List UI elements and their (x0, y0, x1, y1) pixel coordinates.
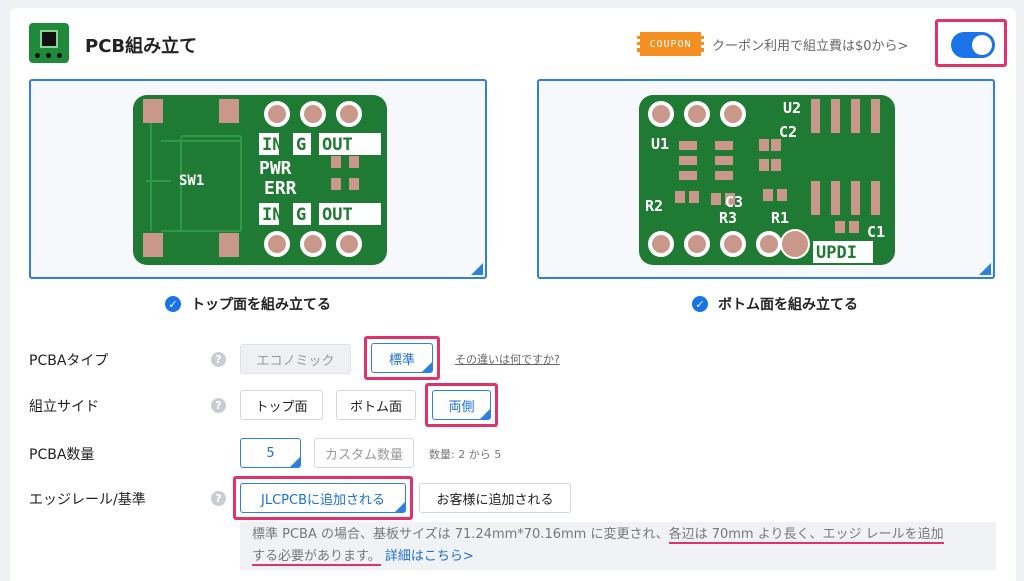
quantity-option-5[interactable]: 5 (240, 438, 301, 468)
top-side-preview[interactable]: SW1 IN G OUT PWR ERR IN G OUT (29, 79, 487, 279)
help-icon[interactable]: ? (211, 398, 226, 413)
silk-label: G (296, 135, 306, 155)
highlight-box (935, 19, 1007, 67)
details-link[interactable]: 詳細はこちら> (385, 549, 474, 564)
silk-label: OUT (322, 205, 353, 225)
coupon-link[interactable]: クーポン利用で組立費は$0から> (712, 35, 908, 54)
assembly-toggle[interactable] (951, 32, 995, 58)
silk-label: C2 (779, 123, 797, 141)
note-text: 標準 PCBA の場合、基板サイズは 71.24mm*70.16mm に変更され… (252, 527, 669, 542)
note-highlight: 各辺は 70mm より長く、エッジ レールを追加 (668, 527, 944, 544)
option-top-side[interactable]: トップ面 (240, 390, 323, 420)
pcb-top-image: SW1 IN G OUT PWR ERR IN G OUT (133, 95, 387, 265)
silk-label: PWR (259, 158, 292, 179)
top-side-checkbox[interactable]: ✓ トップ面を組み立てる (165, 294, 331, 314)
edge-rail-label: エッジレール/基準 (29, 492, 146, 508)
bottom-side-preview[interactable]: U2 C2 U1 C3 R2 R3 R1 C1 UPDI (537, 79, 995, 279)
option-economic[interactable]: エコノミック (240, 344, 351, 374)
bottom-side-checkbox[interactable]: ✓ ボトム面を組み立てる (692, 294, 858, 314)
silk-label: R3 (719, 209, 737, 227)
option-added-by-customer[interactable]: お客様に追加される (419, 483, 571, 513)
option-both-sides[interactable]: 両側 (432, 390, 491, 420)
silk-label: UPDI (816, 243, 857, 263)
silk-label: G (296, 205, 306, 225)
option-standard[interactable]: 標準 (371, 343, 433, 373)
silk-label: C1 (867, 223, 885, 241)
check-icon: ✓ (165, 296, 181, 312)
top-side-label: トップ面を組み立てる (191, 297, 331, 313)
quantity-hint: 数量: 2 から 5 (429, 448, 502, 461)
pcba-type-label: PCBAタイプ (29, 353, 109, 369)
silk-label: U1 (651, 135, 669, 153)
silk-label: R2 (645, 197, 663, 215)
option-added-by-jlcpcb[interactable]: JLCPCBに追加される (240, 483, 406, 513)
bottom-side-label: ボトム面を組み立てる (718, 297, 858, 313)
quantity-label: PCBA数量 (29, 447, 95, 463)
silk-label: IN (262, 205, 282, 225)
silk-label: U2 (783, 99, 801, 117)
pcb-bottom-image: U2 C2 U1 C3 R2 R3 R1 C1 UPDI (639, 95, 895, 265)
custom-quantity-input[interactable]: カスタム数量 (314, 438, 414, 468)
silk-label: R1 (771, 209, 789, 227)
silk-label: OUT (322, 135, 353, 155)
pcb-assembly-icon (29, 23, 69, 63)
help-icon[interactable]: ? (211, 491, 226, 506)
option-bottom-side[interactable]: ボトム面 (336, 390, 416, 420)
difference-link[interactable]: その違いは何ですか? (455, 351, 560, 367)
silk-label: IN (262, 135, 282, 155)
check-icon: ✓ (692, 296, 708, 312)
silk-label: SW1 (179, 173, 204, 189)
page-title: PCB組み立て (85, 36, 198, 57)
assembly-side-label: 組立サイド (29, 399, 99, 415)
toggle-knob (972, 35, 992, 55)
coupon-badge: COUPON (637, 32, 704, 56)
edge-rail-note: 標準 PCBA の場合、基板サイズは 71.24mm*70.16mm に変更され… (240, 522, 996, 570)
silk-label: ERR (264, 178, 297, 199)
note-highlight: する必要があります。 (252, 549, 381, 566)
help-icon[interactable]: ? (211, 352, 226, 367)
